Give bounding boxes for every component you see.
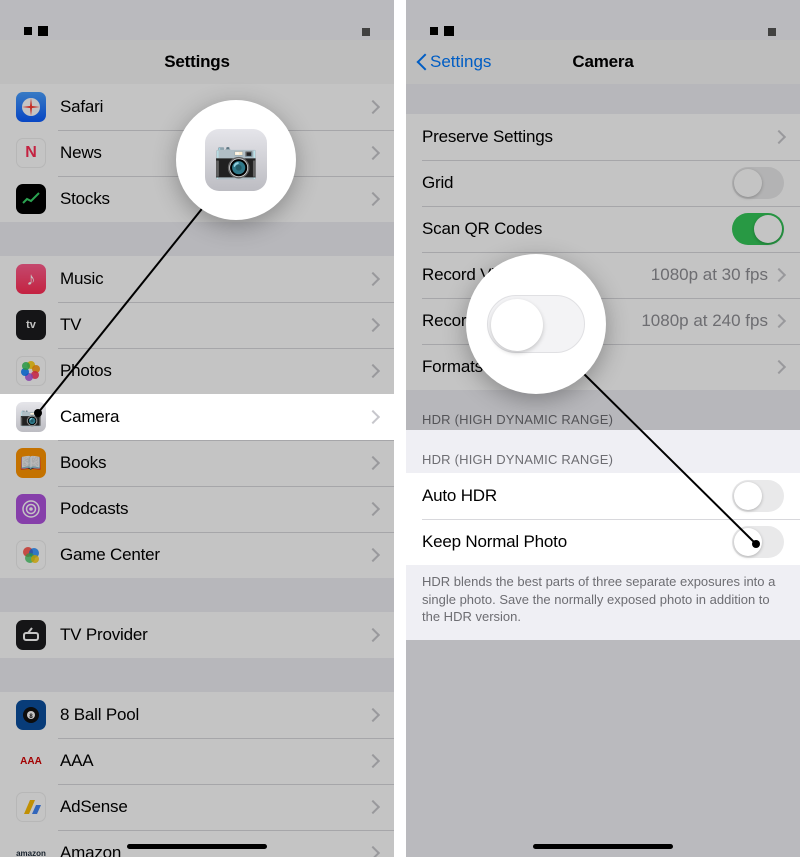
row-autohdr[interactable]: Auto HDR <box>406 473 800 519</box>
adsense-icon <box>16 792 46 822</box>
page-title: Camera <box>572 52 633 72</box>
camera-settings-list: Preserve Settings Grid Scan QR Codes Rec… <box>406 114 800 390</box>
highlighted-row-camera[interactable]: 📷 Camera <box>0 394 394 440</box>
row-label: Grid <box>422 173 732 193</box>
row-grid[interactable]: Grid <box>406 160 800 206</box>
chevron-right-icon <box>368 845 378 857</box>
section-header-hdr: HDR (HIGH DYNAMIC RANGE) <box>406 430 800 473</box>
status-bar <box>0 0 394 40</box>
row-podcasts[interactable]: Podcasts <box>0 486 394 532</box>
row-photos[interactable]: Photos <box>0 348 394 394</box>
row-label: Books <box>60 453 368 473</box>
row-value: 1080p at 240 fps <box>641 311 768 331</box>
row-label: Game Center <box>60 545 368 565</box>
toggle-keepnormal[interactable] <box>732 526 784 558</box>
chevron-right-icon <box>368 753 378 769</box>
toggle-off-icon <box>487 295 585 353</box>
row-label: Auto HDR <box>422 486 732 506</box>
row-label: Formats <box>422 357 774 377</box>
row-label: AAA <box>60 751 368 771</box>
row-preserve[interactable]: Preserve Settings <box>406 114 800 160</box>
chevron-right-icon <box>368 363 378 379</box>
row-tvprovider[interactable]: TV Provider <box>0 612 394 658</box>
home-indicator <box>533 844 673 849</box>
back-label: Settings <box>430 52 491 72</box>
music-icon: ♪ <box>16 264 46 294</box>
chevron-right-icon <box>774 313 784 329</box>
camera-icon: 📷 <box>16 402 46 432</box>
row-label: TV Provider <box>60 625 368 645</box>
chevron-right-icon <box>368 799 378 815</box>
callout-camera-icon: 📷 <box>176 100 296 220</box>
callout-toggle-off <box>466 254 606 394</box>
row-qr[interactable]: Scan QR Codes <box>406 206 800 252</box>
row-gamecenter[interactable]: Game Center <box>0 532 394 578</box>
row-label: Scan QR Codes <box>422 219 732 239</box>
status-bar <box>406 0 800 40</box>
nav-header: Settings <box>0 40 394 84</box>
row-label: Podcasts <box>60 499 368 519</box>
tvprovider-icon <box>16 620 46 650</box>
chevron-right-icon <box>774 129 784 145</box>
stocks-icon <box>16 184 46 214</box>
row-record-video[interactable]: Record Video 1080p at 30 fps <box>406 252 800 298</box>
chevron-right-icon <box>368 271 378 287</box>
camera-icon: 📷 <box>205 129 267 191</box>
row-label: 8 Ball Pool <box>60 705 368 725</box>
section-footer-hdr: HDR blends the best parts of three separ… <box>406 565 800 640</box>
books-icon: 📖 <box>16 448 46 478</box>
row-music[interactable]: ♪ Music <box>0 256 394 302</box>
news-icon: N <box>16 138 46 168</box>
chevron-right-icon <box>368 409 378 425</box>
row-label: Music <box>60 269 368 289</box>
row-label: Camera <box>60 407 368 427</box>
row-aaa[interactable]: AAA AAA <box>0 738 394 784</box>
row-label: Photos <box>60 361 368 381</box>
row-tv[interactable]: tv TV <box>0 302 394 348</box>
chevron-right-icon <box>368 455 378 471</box>
phone-camera-settings: Settings Camera Preserve Settings Grid S… <box>406 0 800 857</box>
photos-icon <box>16 356 46 386</box>
chevron-right-icon <box>368 317 378 333</box>
row-formats[interactable]: Formats <box>406 344 800 390</box>
chevron-left-icon <box>416 52 428 72</box>
chevron-right-icon <box>368 191 378 207</box>
row-label: Keep Normal Photo <box>422 532 732 552</box>
chevron-right-icon <box>774 359 784 375</box>
amazon-icon: amazon <box>16 838 46 857</box>
toggle-autohdr[interactable] <box>732 480 784 512</box>
podcasts-icon <box>16 494 46 524</box>
section-header-hdr: HDR (HIGH DYNAMIC RANGE) <box>406 390 800 433</box>
chevron-right-icon <box>774 267 784 283</box>
row-label: TV <box>60 315 368 335</box>
8ball-icon: 8 <box>16 700 46 730</box>
chevron-right-icon <box>368 145 378 161</box>
row-label: AdSense <box>60 797 368 817</box>
row-books[interactable]: 📖 Books <box>0 440 394 486</box>
chevron-right-icon <box>368 627 378 643</box>
row-adsense[interactable]: AdSense <box>0 784 394 830</box>
chevron-right-icon <box>368 707 378 723</box>
row-keepnormal[interactable]: Keep Normal Photo <box>406 519 800 565</box>
row-8ball[interactable]: 8 8 Ball Pool <box>0 692 394 738</box>
chevron-right-icon <box>368 501 378 517</box>
nav-header: Settings Camera <box>406 40 800 84</box>
row-value: 1080p at 30 fps <box>651 265 768 285</box>
tv-icon: tv <box>16 310 46 340</box>
row-label: Preserve Settings <box>422 127 774 147</box>
back-button[interactable]: Settings <box>416 40 491 84</box>
toggle-grid[interactable] <box>732 167 784 199</box>
highlighted-hdr-block: HDR (HIGH DYNAMIC RANGE) Auto HDR Keep N… <box>406 430 800 640</box>
settings-list-d: 8 8 Ball Pool AAA AAA AdSense amazon Ama… <box>0 692 394 857</box>
settings-list-c: TV Provider <box>0 612 394 658</box>
aaa-icon: AAA <box>16 746 46 776</box>
home-indicator <box>127 844 267 849</box>
page-title: Settings <box>164 52 229 72</box>
chevron-right-icon <box>368 547 378 563</box>
chevron-right-icon <box>368 99 378 115</box>
gamecenter-icon <box>16 540 46 570</box>
safari-icon <box>16 92 46 122</box>
toggle-qr[interactable] <box>732 213 784 245</box>
